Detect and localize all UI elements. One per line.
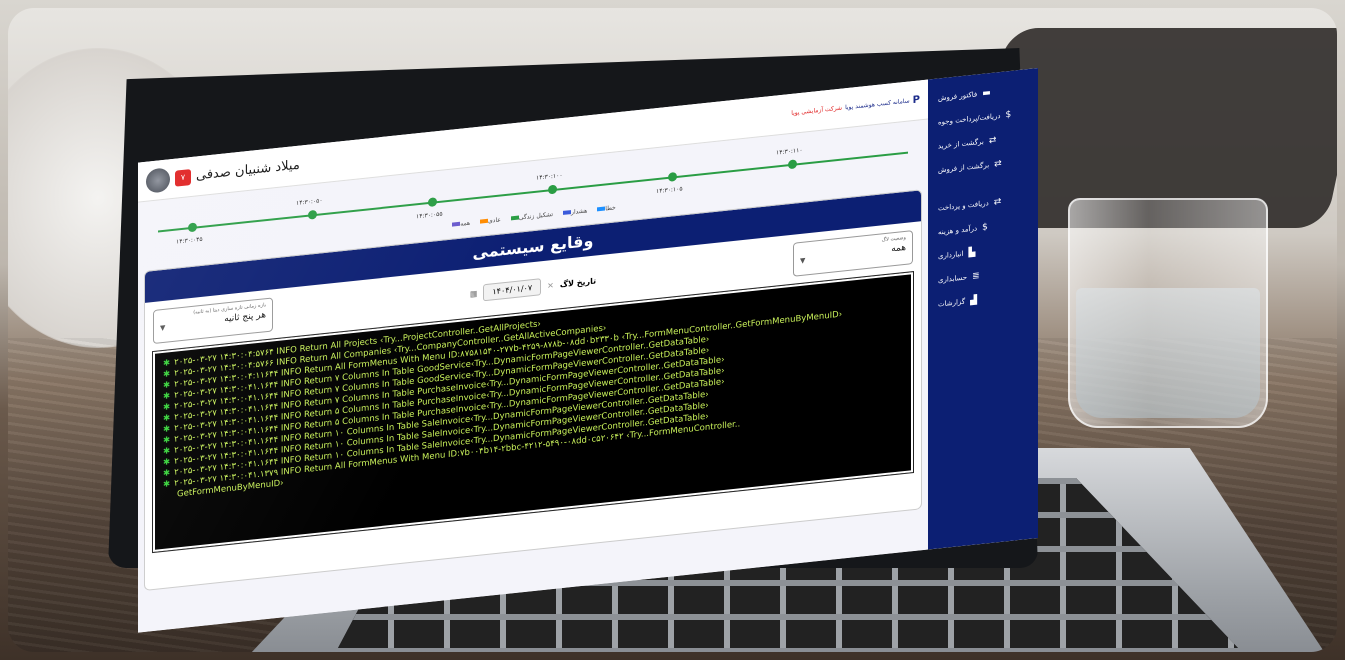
sidebar-item-label: فاکتور فروش: [938, 90, 978, 103]
gear-icon: ✱: [163, 457, 171, 468]
logo-icon: P: [912, 94, 920, 107]
brand-subtitle: شرکت آزمایشی پویا: [791, 104, 843, 117]
timeline-point[interactable]: [308, 209, 317, 220]
calendar-icon[interactable]: ▦: [470, 288, 478, 298]
dollar-icon: $: [1005, 109, 1012, 121]
invoice-icon: ▬: [982, 87, 991, 99]
timeline-date: ۱۴:۳۰:۱۰۵: [656, 185, 683, 196]
avatar[interactable]: [146, 166, 170, 194]
timeline-date: ۱۴:۳۰:۰۵۵: [416, 210, 443, 221]
swap-icon: ⇄: [988, 135, 997, 147]
gear-icon: ✱: [163, 424, 171, 435]
swap-icon: ⇄: [994, 158, 1002, 170]
timeline-date: ۱۴:۳۰:۱۱۰: [776, 146, 803, 157]
sidebar-item-label: دریافت/پرداخت وجوه: [938, 111, 1001, 127]
gear-icon: ✱: [163, 479, 171, 490]
sidebar-item-label: دریافت و پرداخت: [938, 199, 989, 213]
gear-icon: ✱: [163, 413, 171, 424]
gear-icon: ✱: [163, 402, 171, 413]
gear-icon: ✱: [163, 358, 171, 369]
sidebar-item-label: گزارشات: [938, 297, 966, 309]
chevron-down-icon: ▼: [160, 323, 166, 333]
dollar-icon: $: [982, 222, 988, 233]
ledger-icon: ≣: [972, 271, 980, 282]
refresh-interval-select[interactable]: بازه زمانی تازه سازی دیتا (به ثانیه) هر …: [153, 297, 273, 345]
laptop-screen: ▬ فاکتور فروش $ دریافت/پرداخت وجوه ⇄ برگشت از…: [138, 68, 1038, 633]
sidebar-item-label: حسابداری: [938, 273, 968, 285]
water: [1076, 288, 1260, 418]
chevron-down-icon: ▼: [799, 256, 806, 266]
timeline-point[interactable]: [548, 184, 557, 195]
gear-icon: ✱: [163, 446, 171, 457]
water-glass: [1068, 198, 1268, 428]
log-status-select[interactable]: وضعیت لاگ همه ▼: [792, 230, 913, 277]
sidebar-item-label: برگشت از خرید: [938, 137, 984, 151]
timeline-point[interactable]: [188, 222, 197, 233]
sidebar: ▬ فاکتور فروش $ دریافت/پرداخت وجوه ⇄ برگشت از…: [928, 68, 1038, 550]
timeline-point[interactable]: [428, 197, 437, 208]
sidebar-item-label: انبارداری: [938, 249, 964, 261]
gear-icon: ✱: [163, 380, 171, 391]
timeline-date: ۱۴:۳۰:۱۰۰: [536, 171, 563, 182]
timeline-date: ۱۴:۳۰:۰۵۰: [296, 197, 323, 207]
main-content: ۷ میلاد شنبیان صدفی شرکت آزمایشی پویا سا…: [138, 79, 928, 633]
gear-icon: ✱: [163, 468, 171, 479]
user-name: میلاد شنبیان صدفی: [196, 157, 300, 184]
chart-icon: ▟: [970, 295, 978, 307]
swap-icon: ⇄: [993, 196, 1002, 208]
photo-frame: ▬ فاکتور فروش $ دریافت/پرداخت وجوه ⇄ برگشت از…: [8, 8, 1337, 652]
sidebar-item-label: برگشت از فروش: [938, 161, 990, 175]
warehouse-icon: ▙: [968, 247, 976, 259]
log-date-input[interactable]: ۱۴۰۴/۰۱/۰۷: [483, 277, 542, 301]
brand: شرکت آزمایشی پویا سامانه کسب هوشمند پویا…: [791, 94, 920, 119]
gear-icon: ✱: [163, 391, 171, 402]
timeline-point[interactable]: [788, 159, 797, 170]
log-date-filter: تاریخ لاگ ✕ ۱۴۰۴/۰۱/۰۷ ▦: [470, 272, 596, 302]
notification-badge[interactable]: ۷: [175, 168, 191, 187]
timeline-point[interactable]: [668, 171, 677, 182]
clear-icon[interactable]: ✕: [547, 280, 554, 290]
brand-title: سامانه کسب هوشمند پویا: [845, 97, 910, 112]
gear-icon: ✱: [163, 369, 171, 380]
gear-icon: ✱: [163, 435, 171, 446]
timeline-date: ۱۴:۳۰:۰۴۵: [176, 235, 203, 246]
sidebar-item-label: درآمد و هزینه: [938, 224, 978, 237]
log-date-label: تاریخ لاگ: [559, 275, 597, 289]
